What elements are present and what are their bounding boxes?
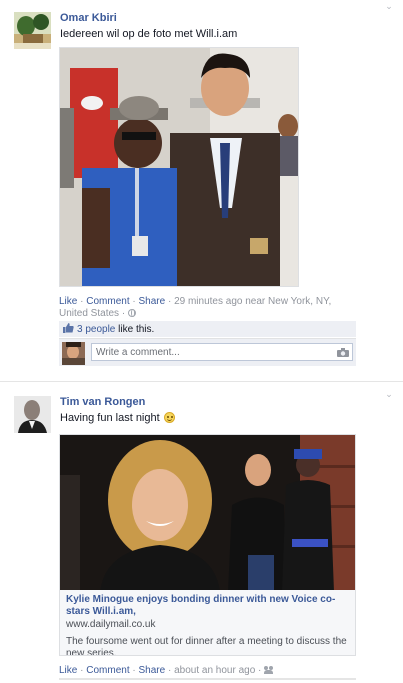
post-photo[interactable] (59, 47, 299, 287)
avatar[interactable] (14, 396, 51, 433)
like-link[interactable]: Like (59, 665, 77, 676)
feed-story-omar: ⌄ Omar Kbiri Iedereen wil op de foto met… (0, 0, 403, 378)
timestamp[interactable]: 29 minutes ago (174, 296, 242, 307)
like-link[interactable]: Like (59, 296, 77, 307)
comment-input[interactable] (91, 343, 353, 361)
ufi-top-border (59, 678, 356, 680)
share-link[interactable]: Share (139, 665, 166, 676)
likers-link[interactable]: 3 people (77, 324, 115, 335)
comment-link[interactable]: Comment (86, 665, 129, 676)
comment-composer (59, 338, 356, 366)
thumbs-up-icon (63, 323, 74, 333)
story-options-chevron-icon[interactable]: ⌄ (384, 2, 394, 11)
link-preview-card[interactable]: Kylie Minogue enjoys bonding dinner with… (59, 590, 356, 656)
status-text-content: Having fun last night (60, 412, 160, 424)
link-preview-image[interactable] (59, 434, 356, 591)
story-actions: Like · Comment · Share · about an hour a… (59, 665, 359, 677)
status-text: Iedereen wil op de foto met Will.i.am (60, 28, 238, 40)
story-options-chevron-icon[interactable]: ⌄ (384, 390, 394, 399)
camera-icon[interactable] (337, 348, 349, 357)
share-link[interactable]: Share (139, 296, 166, 307)
story-actions: Like · Comment · Share · 29 minutes ago … (59, 296, 332, 319)
globe-icon[interactable] (127, 309, 136, 317)
likes-summary: 3 people like this. (59, 321, 356, 337)
status-text: Having fun last night (60, 412, 175, 424)
likes-suffix: like this. (118, 324, 155, 335)
avatar[interactable] (14, 12, 51, 49)
timestamp[interactable]: about an hour ago (174, 665, 255, 676)
link-description: The foursome went out for dinner after a… (66, 636, 347, 656)
comment-link[interactable]: Comment (86, 296, 129, 307)
viewer-avatar (62, 342, 85, 365)
author-name[interactable]: Tim van Rongen (60, 396, 145, 408)
smiley-icon (163, 412, 175, 423)
link-title[interactable]: Kylie Minogue enjoys bonding dinner with… (66, 594, 349, 618)
location-prefix: near (245, 296, 266, 307)
story-divider (0, 381, 403, 382)
author-name[interactable]: Omar Kbiri (60, 12, 117, 24)
friends-icon[interactable] (264, 666, 274, 674)
link-domain: www.dailymail.co.uk (66, 619, 156, 630)
